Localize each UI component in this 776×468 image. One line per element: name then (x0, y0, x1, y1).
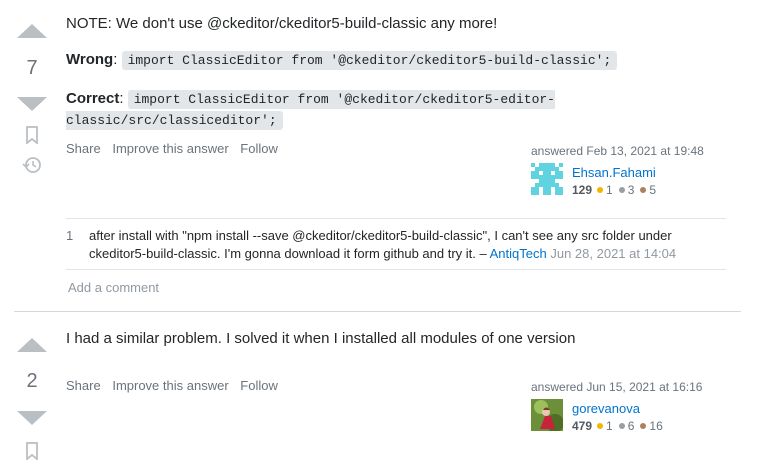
bronze-badge-count: 16 (649, 419, 663, 433)
downvote-button[interactable] (17, 411, 47, 425)
reputation-score: 129 (572, 183, 593, 197)
reputation-score: 479 (572, 419, 593, 433)
upvote-button[interactable] (17, 338, 47, 352)
avatar[interactable] (531, 163, 563, 195)
gold-badge-icon (597, 423, 604, 430)
correct-code: import ClassicEditor from '@ckeditor/cke… (66, 90, 555, 130)
comment-date[interactable]: Jun 28, 2021 at 14:04 (550, 246, 676, 261)
user-signature: answered Feb 13, 2021 at 19:48 Ehsan.Fah… (531, 144, 731, 200)
share-link[interactable]: Share (66, 141, 101, 156)
add-comment-link[interactable]: Add a comment (68, 280, 159, 295)
silver-badge-count: 6 (627, 419, 635, 433)
avatar[interactable] (531, 399, 564, 432)
wrong-label: Wrong (66, 51, 114, 68)
gold-badge-icon (597, 187, 604, 194)
answered-time: answered Jun 15, 2021 at 16:16 (531, 380, 703, 394)
share-link[interactable]: Share (66, 378, 101, 393)
answered-time: answered Feb 13, 2021 at 19:48 (531, 144, 704, 158)
improve-answer-link[interactable]: Improve this answer (112, 378, 228, 393)
answer-body: I had a similar problem. I solved it whe… (66, 330, 576, 347)
bronze-badge-icon (640, 423, 647, 430)
follow-link[interactable]: Follow (240, 378, 278, 393)
user-name-link[interactable]: gorevanova (572, 401, 640, 416)
bookmark-icon[interactable] (24, 126, 40, 145)
comment-score: 1 (66, 228, 74, 243)
user-reputation: 479 1 6 16 (572, 419, 669, 433)
post-menu: Share Improve this answer Follow (66, 378, 286, 393)
silver-badge-icon (618, 187, 625, 194)
comment: 1 after install with "npm install --save… (66, 219, 726, 270)
comments-list: 1 after install with "npm install --save… (66, 218, 726, 270)
answer-1: 7 NOTE: We don't use @ckeditor/ckeditor5… (0, 0, 776, 310)
silver-badge-count: 3 (627, 183, 635, 197)
correct-line: Correct: import ClassicEditor from '@cke… (66, 90, 555, 130)
silver-badge-icon (618, 423, 625, 430)
history-icon[interactable] (22, 156, 42, 174)
answer-body: NOTE: We don't use @ckeditor/ckeditor5-b… (66, 14, 766, 131)
correct-label: Correct (66, 90, 120, 107)
wrong-line: Wrong: import ClassicEditor from '@ckedi… (66, 50, 766, 71)
vote-score: 2 (26, 370, 38, 392)
bronze-badge-count: 5 (649, 183, 657, 197)
improve-answer-link[interactable]: Improve this answer (112, 141, 228, 156)
comment-user-link[interactable]: AntiqTech (490, 246, 547, 261)
user-signature: answered Jun 15, 2021 at 16:16 gorevanov… (531, 380, 731, 436)
downvote-button[interactable] (17, 97, 47, 111)
bookmark-icon[interactable] (24, 442, 40, 461)
wrong-code: import ClassicEditor from '@ckeditor/cke… (121, 51, 618, 70)
note-text: NOTE: We don't use @ckeditor/ckeditor5-b… (66, 15, 498, 32)
user-reputation: 129 1 3 5 (572, 183, 662, 197)
answer-2: 2 I had a similar problem. I solved it w… (0, 312, 776, 468)
comment-body: after install with "npm install --save @… (89, 227, 719, 263)
user-name-link[interactable]: Ehsan.Fahami (572, 165, 656, 180)
upvote-button[interactable] (17, 24, 47, 38)
follow-link[interactable]: Follow (240, 141, 278, 156)
post-menu: Share Improve this answer Follow (66, 141, 286, 156)
gold-badge-count: 1 (606, 183, 613, 197)
vote-score: 7 (26, 57, 38, 79)
gold-badge-count: 1 (606, 419, 613, 433)
bronze-badge-icon (640, 187, 647, 194)
